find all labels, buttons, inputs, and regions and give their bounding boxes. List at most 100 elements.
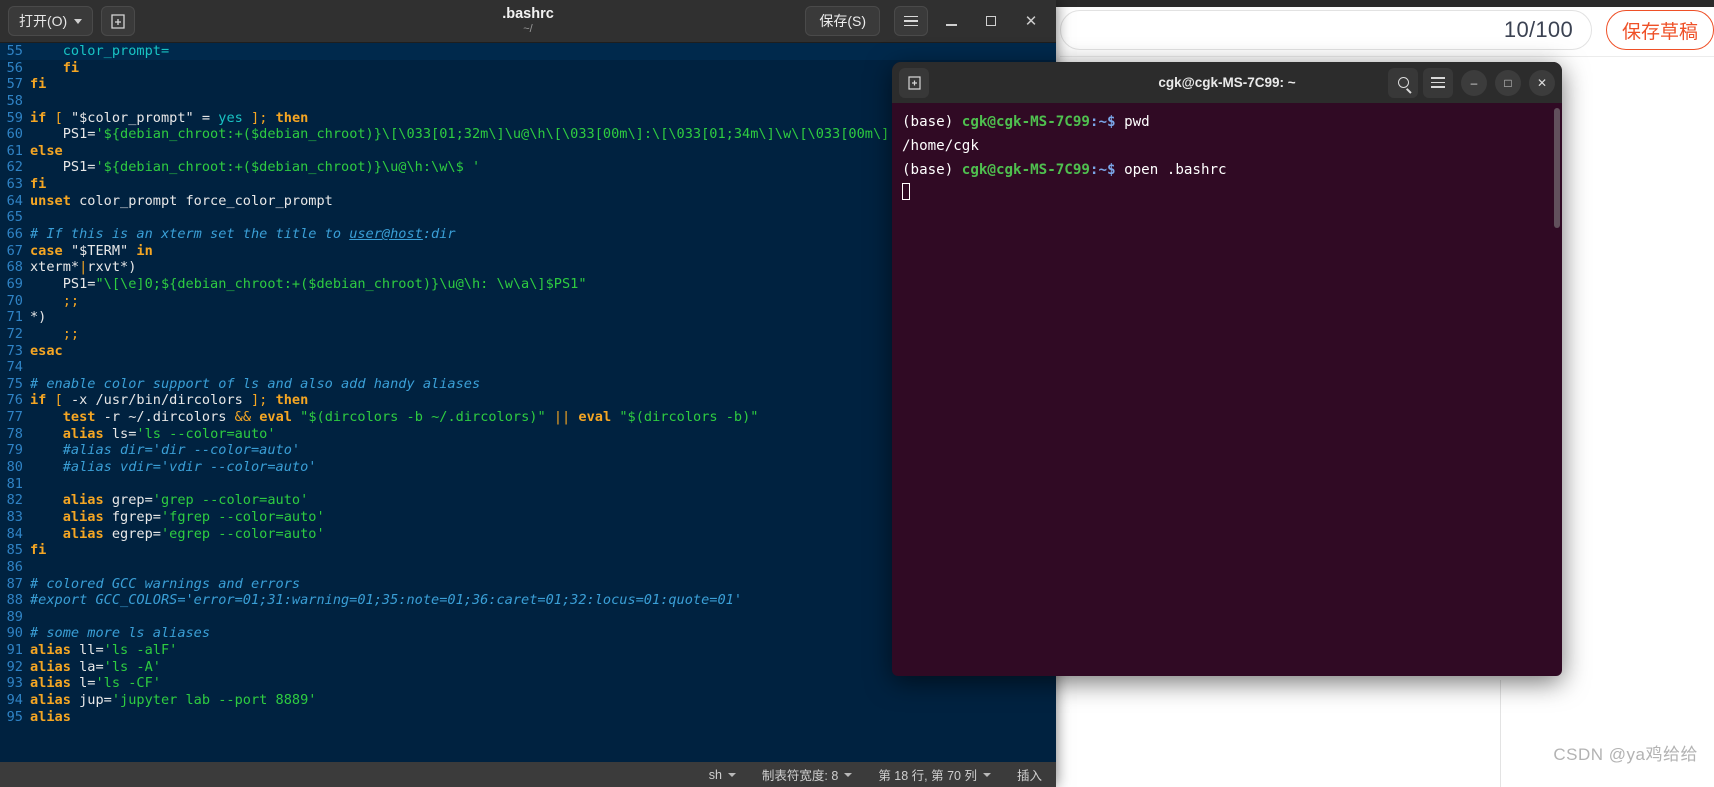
line-number: 86 — [6, 558, 23, 575]
code-text: alias ll='ls -alF' — [30, 642, 178, 659]
terminal-window: cgk@cgk-MS-7C99: ~ – □ ✕ (base) cgk@cgk-… — [892, 62, 1562, 676]
code-line[interactable]: 94 alias jup='jupyter lab --port 8889' — [0, 692, 1056, 709]
editor-menu-button[interactable] — [894, 6, 928, 36]
line-number: 76 — [6, 392, 23, 409]
line-number: 92 — [6, 658, 23, 675]
editor-file-path: ~/ — [523, 22, 533, 35]
line-number: 64 — [6, 192, 23, 209]
code-text: fi — [30, 76, 47, 93]
chevron-down-icon — [844, 772, 853, 777]
line-number: 81 — [6, 475, 23, 492]
terminal-line — [902, 182, 1552, 206]
code-line[interactable]: 93 alias l='ls -CF' — [0, 675, 1056, 692]
status-language[interactable]: sh — [709, 768, 736, 782]
code-text: PS1='${debian_chroot:+($debian_chroot)}\… — [30, 159, 481, 176]
line-number: 61 — [6, 142, 23, 159]
status-cursor-position[interactable]: 第 18 行, 第 70 列 — [878, 765, 991, 784]
line-number: 70 — [6, 292, 23, 309]
code-text: xterm*|rxvt*) — [30, 259, 137, 276]
open-button-label: 打开(O) — [19, 13, 68, 29]
line-number: 87 — [6, 575, 23, 592]
screen-root: 10/100 保存草稿 CSDN @ya鸡给给 打开(O) .bashrc ~/ — [0, 0, 1714, 787]
line-number: 89 — [6, 608, 23, 625]
terminal-close-button[interactable]: ✕ — [1529, 69, 1555, 96]
code-text: alias l='ls -CF' — [30, 675, 161, 692]
line-number: 74 — [6, 359, 23, 376]
code-text: test -r ~/.dircolors && eval "$(dircolor… — [62, 409, 759, 426]
terminal-scrollbar[interactable] — [1554, 108, 1560, 228]
line-number: 73 — [6, 342, 23, 359]
terminal-maximize-button[interactable]: □ — [1495, 69, 1521, 96]
line-number: 55 — [6, 43, 23, 59]
code-text: fi — [30, 542, 47, 559]
code-text: #export GCC_COLORS='error=01;31:warning=… — [30, 592, 743, 609]
terminal-search-button[interactable] — [1388, 67, 1418, 98]
terminal-line: (base) cgk@cgk-MS-7C99:~$ pwd — [902, 114, 1150, 130]
terminal-title: cgk@cgk-MS-7C99: ~ — [1158, 75, 1296, 90]
editor-minimize-button[interactable] — [934, 4, 968, 38]
line-number: 84 — [6, 525, 23, 542]
editor-close-button[interactable]: ✕ — [1014, 4, 1048, 38]
status-insert-mode-label: 插入 — [1016, 769, 1042, 783]
code-text: ;; — [62, 292, 80, 309]
line-number: 65 — [6, 209, 23, 226]
new-document-button[interactable] — [101, 6, 136, 36]
line-number: 60 — [6, 126, 23, 143]
code-text: alias grep='grep --color=auto' — [62, 492, 309, 509]
code-text: alias ls='ls --color=auto' — [62, 425, 276, 442]
line-number: 91 — [6, 642, 23, 659]
code-text: esac — [30, 342, 63, 359]
line-number: 59 — [6, 109, 23, 126]
code-text: alias egrep='egrep --color=auto' — [62, 525, 325, 542]
terminal-minimize-button[interactable]: – — [1461, 69, 1487, 96]
code-text: if [ "$color_prompt" = yes ]; then — [30, 109, 309, 126]
line-number: 63 — [6, 176, 23, 193]
code-text: # some more ls aliases — [30, 625, 211, 642]
code-line[interactable]: 55 color_prompt= — [0, 43, 1056, 60]
terminal-new-tab-button[interactable] — [899, 67, 929, 98]
hamburger-menu-icon — [1431, 77, 1445, 88]
code-text: ;; — [62, 325, 80, 342]
status-tab-width[interactable]: 制表符宽度: 8 — [762, 765, 853, 784]
code-line[interactable]: 95 alias — [0, 709, 1056, 726]
status-insert-mode[interactable]: 插入 — [1017, 765, 1042, 784]
line-number: 80 — [6, 459, 23, 476]
chevron-down-icon — [982, 772, 991, 777]
line-number: 57 — [6, 76, 23, 93]
line-number: 78 — [6, 425, 23, 442]
chevron-down-icon — [727, 772, 736, 777]
code-text: fi — [30, 176, 47, 193]
new-document-icon — [111, 13, 125, 29]
line-number: 79 — [6, 442, 23, 459]
line-number: 90 — [6, 625, 23, 642]
line-number: 85 — [6, 542, 23, 559]
line-number: 62 — [6, 159, 23, 176]
code-text: # colored GCC warnings and errors — [30, 575, 301, 592]
divider — [1060, 56, 1714, 57]
line-number: 72 — [6, 325, 23, 342]
save-button[interactable]: 保存(S) — [805, 6, 880, 36]
save-draft-button[interactable]: 保存草稿 — [1606, 10, 1714, 50]
code-text: case "$TERM" in — [30, 242, 153, 259]
code-text: alias — [30, 708, 71, 725]
terminal-titlebar: cgk@cgk-MS-7C99: ~ – □ ✕ — [892, 62, 1562, 103]
line-number: 95 — [6, 708, 23, 725]
new-tab-icon — [907, 75, 921, 90]
editor-titlebar-actions: 保存(S) ✕ — [805, 4, 1048, 38]
code-text: #alias vdir='vdir --color=auto' — [62, 459, 317, 476]
terminal-output-area[interactable]: (base) cgk@cgk-MS-7C99:~$ pwd/home/cgk (b… — [892, 103, 1562, 214]
line-number: 94 — [6, 691, 23, 708]
terminal-menu-button[interactable] — [1423, 67, 1453, 98]
terminal-line: /home/cgk — [902, 137, 979, 154]
open-file-button[interactable]: 打开(O) — [8, 6, 94, 36]
terminal-line: (base) cgk@cgk-MS-7C99:~$ open .bashrc — [902, 161, 1227, 178]
line-number: 67 — [6, 242, 23, 259]
csdn-watermark: CSDN @ya鸡给给 — [1553, 745, 1698, 764]
editor-maximize-button[interactable] — [974, 4, 1008, 38]
text-input-with-counter[interactable]: 10/100 — [1060, 10, 1592, 50]
code-text: alias fgrep='fgrep --color=auto' — [62, 508, 325, 525]
